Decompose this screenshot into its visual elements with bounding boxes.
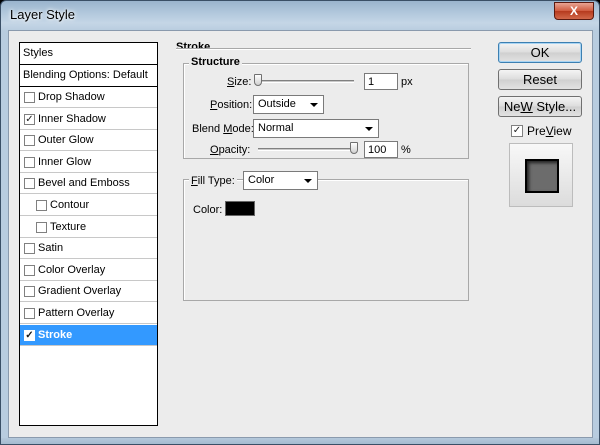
style-item-label: Outer Glow: [38, 134, 94, 147]
style-item-label: Color Overlay: [38, 263, 106, 276]
position-select[interactable]: Outside: [253, 95, 324, 114]
blend-mode-select[interactable]: Normal: [253, 119, 379, 138]
preview-thumbnail: [509, 143, 573, 207]
fill-type-select[interactable]: Color: [243, 171, 318, 190]
style-item-label: Satin: [38, 242, 64, 255]
style-item-label: Gradient Overlay: [38, 285, 122, 298]
window-bottom-edge: [1, 438, 599, 444]
size-label: Size:: [227, 76, 252, 88]
style-item-label: Pattern Overlay: [38, 307, 115, 319]
close-button[interactable]: X: [554, 2, 594, 20]
blending-options-item[interactable]: Blending Options: Default: [20, 65, 157, 87]
style-item-pattern-overlay[interactable]: Pattern Overlay: [20, 303, 157, 324]
style-item-inner-glow[interactable]: Inner Glow: [20, 151, 157, 173]
style-checkbox[interactable]: [24, 92, 35, 103]
style-checkbox[interactable]: [24, 178, 35, 190]
stroke-color-swatch[interactable]: [225, 201, 255, 216]
opacity-label: Opacity:: [210, 144, 251, 156]
style-item-label: Drop Shadow: [38, 91, 105, 103]
preview-label[interactable]: PreView: [527, 124, 572, 138]
opacity-unit: %: [401, 144, 411, 156]
style-checkbox[interactable]: [24, 243, 35, 255]
preview-fill: [527, 161, 557, 191]
styles-header[interactable]: Styles: [20, 43, 157, 65]
style-item-texture[interactable]: Texture: [20, 216, 157, 238]
blend-mode-label: Blend Mode:: [192, 123, 254, 135]
preview-checkbox[interactable]: ✓: [511, 125, 523, 137]
title-bar[interactable]: Layer Style X: [1, 1, 599, 29]
style-checkbox[interactable]: [24, 308, 35, 319]
chevron-down-icon: [310, 103, 318, 107]
style-item-label: Contour: [50, 199, 90, 211]
style-checkbox[interactable]: [36, 200, 47, 211]
style-checkbox[interactable]: [24, 286, 35, 298]
dialog-client: Styles Blending Options: Default Drop Sh…: [8, 30, 593, 438]
style-checkbox[interactable]: [24, 156, 35, 168]
style-item-stroke[interactable]: ✓ Stroke: [20, 324, 157, 346]
size-slider-track[interactable]: [254, 80, 354, 83]
style-item-color-overlay[interactable]: Color Overlay: [20, 259, 157, 281]
opacity-slider-thumb[interactable]: [350, 142, 358, 154]
layer-style-window: Layer Style X Styles Blending Options: D…: [0, 0, 600, 445]
window-title: Layer Style: [10, 7, 76, 22]
opacity-slider-track[interactable]: [258, 148, 358, 151]
chevron-down-icon: [365, 127, 373, 131]
reset-button[interactable]: Reset: [498, 69, 582, 90]
style-item-label: Inner Shadow: [38, 112, 106, 125]
position-label: Position:: [210, 99, 253, 111]
style-checkbox[interactable]: [36, 221, 47, 233]
new-style-button[interactable]: NeW Style...: [498, 96, 582, 117]
close-icon: X: [569, 4, 578, 18]
style-item-drop-shadow[interactable]: Drop Shadow: [20, 87, 157, 108]
size-input[interactable]: 1: [364, 73, 398, 90]
style-item-satin[interactable]: Satin: [20, 238, 157, 260]
style-item-label: Inner Glow: [38, 155, 92, 168]
section-divider: [176, 48, 471, 50]
size-slider-thumb[interactable]: [254, 74, 262, 86]
style-checkbox[interactable]: ✓: [24, 329, 35, 341]
style-item-label: Bevel and Emboss: [38, 177, 130, 190]
styles-list: Styles Blending Options: Default Drop Sh…: [19, 42, 158, 426]
style-checkbox[interactable]: [24, 264, 35, 276]
ok-button[interactable]: OK: [498, 42, 582, 63]
style-item-inner-shadow[interactable]: ✓ Inner Shadow: [20, 108, 157, 130]
structure-title: Structure: [189, 56, 242, 68]
style-item-label: Stroke: [38, 328, 73, 341]
style-item-contour[interactable]: Contour: [20, 195, 157, 216]
style-checkbox[interactable]: [24, 135, 35, 147]
preview-stroke: [525, 159, 559, 193]
style-item-outer-glow[interactable]: Outer Glow: [20, 130, 157, 152]
style-item-label: Texture: [50, 220, 87, 233]
style-item-gradient-overlay[interactable]: Gradient Overlay: [20, 281, 157, 303]
chevron-down-icon: [304, 179, 312, 183]
color-label: Color:: [193, 204, 223, 216]
opacity-input[interactable]: 100: [364, 141, 398, 158]
size-unit: px: [401, 76, 413, 88]
fill-type-label: Fill Type:: [189, 175, 237, 187]
fill-group: [183, 179, 469, 301]
style-checkbox[interactable]: ✓: [24, 113, 35, 125]
style-item-bevel-and-emboss[interactable]: Bevel and Emboss: [20, 173, 157, 195]
stroke-section-title: Stroke: [176, 41, 211, 53]
